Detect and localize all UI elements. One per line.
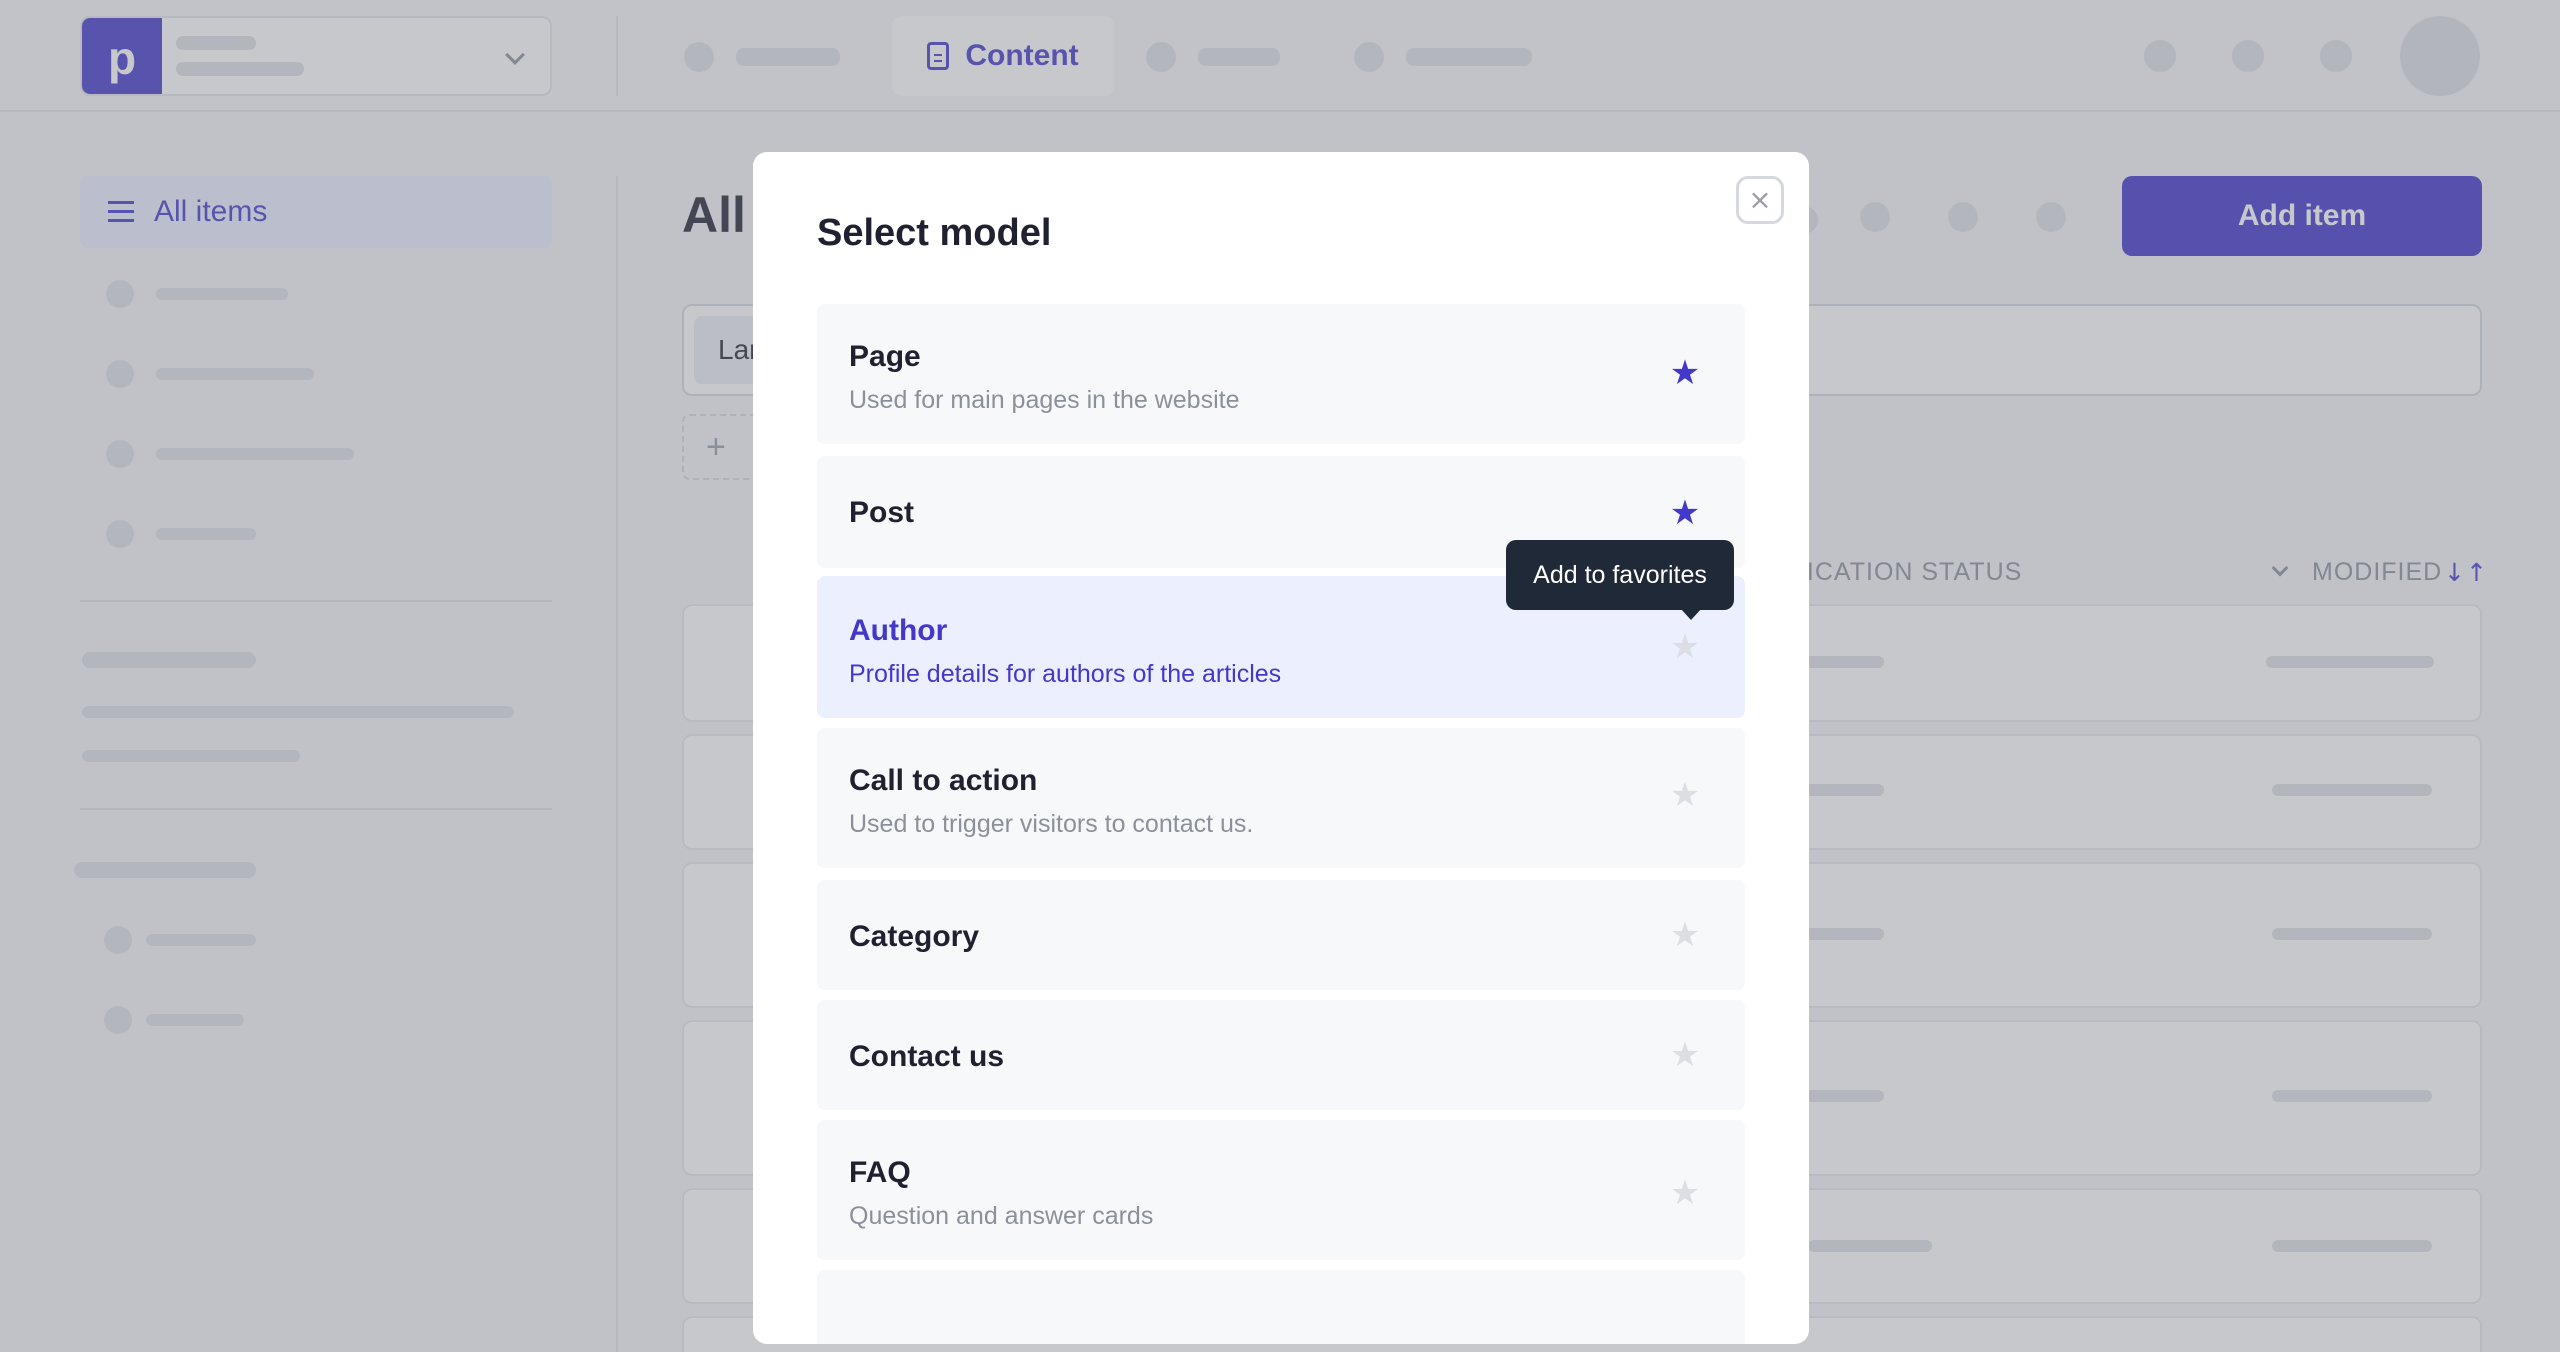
model-name: Post	[849, 496, 915, 529]
model-name: Category	[849, 920, 980, 953]
tooltip-arrow	[1680, 608, 1702, 620]
model-name: Author	[849, 614, 948, 647]
model-name: Call to action	[849, 764, 1038, 797]
model-name: FAQ	[849, 1156, 911, 1189]
model-description: Profile details for authors of the artic…	[849, 660, 1282, 688]
model-description: Question and answer cards	[849, 1202, 1154, 1230]
model-item[interactable]	[817, 1270, 1745, 1344]
select-model-dialog: Select model × Page Used for main pages …	[753, 152, 1809, 1344]
star-icon[interactable]: ★	[1668, 1176, 1702, 1210]
model-description: Used to trigger visitors to contact us.	[849, 810, 1254, 838]
model-name: Contact us	[849, 1040, 1005, 1073]
model-description: Used for main pages in the website	[849, 386, 1240, 414]
star-icon[interactable]: ★	[1668, 918, 1702, 952]
star-icon[interactable]: ★	[1668, 496, 1702, 530]
star-icon[interactable]: ★	[1668, 1038, 1702, 1072]
model-item-call-to-action[interactable]: Call to action Used to trigger visitors …	[817, 728, 1745, 868]
model-item-contact-us[interactable]: Contact us ★	[817, 1000, 1745, 1110]
model-item-faq[interactable]: FAQ Question and answer cards ★	[817, 1120, 1745, 1260]
model-item-category[interactable]: Category ★	[817, 880, 1745, 990]
star-icon[interactable]: ★	[1668, 778, 1702, 812]
star-icon[interactable]: ★	[1668, 356, 1702, 390]
model-name: Page	[849, 340, 921, 373]
close-icon: ×	[1748, 183, 1772, 216]
model-item-page[interactable]: Page Used for main pages in the website …	[817, 304, 1745, 444]
star-icon[interactable]: ★	[1668, 630, 1702, 664]
tooltip: Add to favorites	[1506, 540, 1734, 610]
dialog-title: Select model	[817, 212, 1052, 254]
close-button[interactable]: ×	[1736, 176, 1784, 224]
